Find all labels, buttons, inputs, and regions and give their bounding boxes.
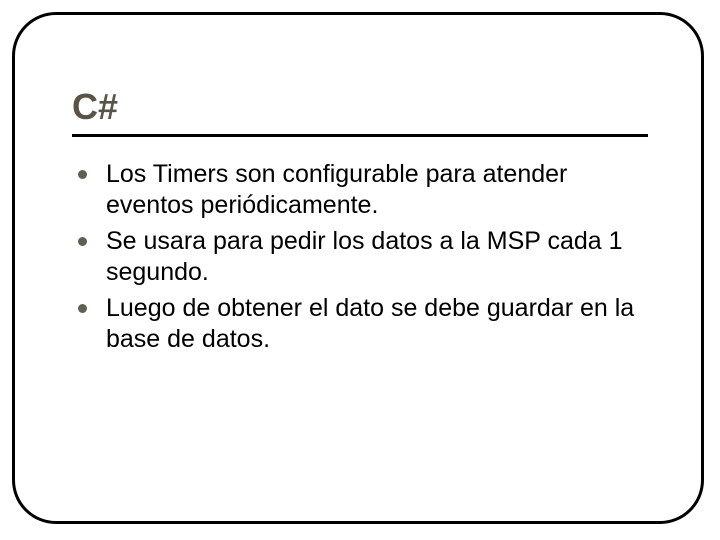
bullet-text: Se usara para pedir los datos a la MSP c… [106, 227, 623, 286]
bullet-text: Luego de obtener el dato se debe guardar… [106, 294, 634, 353]
bullet-icon [78, 237, 87, 246]
title-underline [72, 134, 648, 137]
bullet-text: Los Timers son configurable para atender… [106, 160, 567, 219]
slide-title: C# [72, 86, 648, 130]
list-item: Se usara para pedir los datos a la MSP c… [72, 226, 648, 287]
bullet-list: Los Timers son configurable para atender… [72, 159, 648, 354]
slide-content: C# Los Timers son configurable para aten… [0, 0, 720, 540]
list-item: Luego de obtener el dato se debe guardar… [72, 293, 648, 354]
bullet-icon [78, 170, 87, 179]
bullet-icon [78, 304, 87, 313]
list-item: Los Timers son configurable para atender… [72, 159, 648, 220]
